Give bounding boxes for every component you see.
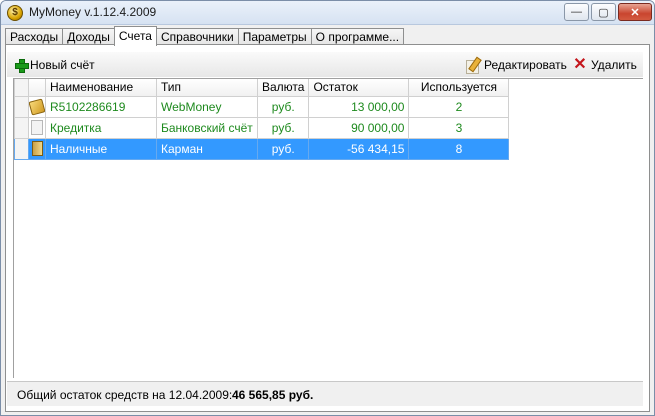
- edit-label: Редактировать: [484, 58, 567, 72]
- main-window: MyMoney v.1.12.4.2009 — ▢ ✕ Расходы Дохо…: [0, 0, 655, 416]
- cell-balance[interactable]: 13 000,00: [308, 95, 410, 118]
- column-header-type[interactable]: Тип: [156, 79, 258, 97]
- accounts-grid[interactable]: Наименование Тип Валюта Остаток Использу…: [13, 78, 643, 378]
- cell-type[interactable]: WebMoney: [156, 95, 258, 118]
- row-header[interactable]: [14, 137, 29, 160]
- accounts-table: Наименование Тип Валюта Остаток Использу…: [14, 79, 510, 160]
- title-bar[interactable]: MyMoney v.1.12.4.2009 — ▢ ✕: [1, 1, 654, 25]
- window-title: MyMoney v.1.12.4.2009: [29, 5, 157, 19]
- row-header[interactable]: [14, 116, 29, 139]
- cell-type[interactable]: Банковский счёт: [156, 116, 258, 139]
- column-header-currency[interactable]: Валюта: [256, 79, 310, 97]
- status-label: Общий остаток средств на 12.04.2009:: [17, 388, 233, 402]
- cell-used[interactable]: 3: [408, 116, 510, 139]
- table-row[interactable]: Кредитка Банковский счёт руб. 90 000,00 …: [14, 116, 510, 139]
- delete-button[interactable]: ✕ Удалить: [573, 56, 637, 74]
- column-header-balance[interactable]: Остаток: [308, 79, 410, 97]
- toolbar: Новый счёт Редактировать ✕ Удалить: [7, 52, 643, 77]
- row-icon-cell: [28, 137, 46, 160]
- edit-button[interactable]: Редактировать: [465, 56, 567, 74]
- status-total: 46 565,85 руб.: [232, 388, 314, 402]
- cell-currency[interactable]: руб.: [256, 95, 310, 118]
- new-account-label: Новый счёт: [30, 58, 95, 72]
- cell-name[interactable]: Кредитка: [45, 116, 157, 139]
- webmoney-icon: [29, 97, 45, 116]
- column-header-used[interactable]: Используется: [408, 79, 510, 97]
- wallet-icon: [31, 140, 43, 156]
- cell-name[interactable]: R5102286619: [45, 95, 157, 118]
- cell-balance[interactable]: -56 434,15: [308, 137, 410, 160]
- row-icon-cell: [28, 95, 46, 118]
- tab-strip: Расходы Доходы Счета Справочники Парамет…: [5, 26, 405, 46]
- app-coin-icon[interactable]: [7, 5, 23, 21]
- maximize-button[interactable]: ▢: [591, 3, 616, 21]
- cell-currency[interactable]: руб.: [256, 137, 310, 160]
- cell-used[interactable]: 2: [408, 95, 510, 118]
- plus-icon: [15, 59, 29, 73]
- status-bar: Общий остаток средств на 12.04.2009: 46 …: [7, 381, 643, 406]
- column-header-name[interactable]: Наименование: [45, 79, 157, 97]
- cell-used[interactable]: 8: [408, 137, 510, 160]
- delete-label: Удалить: [591, 58, 637, 72]
- tab-accounts[interactable]: Счета: [113, 26, 157, 46]
- icon-column-header: [28, 79, 46, 97]
- cell-name[interactable]: Наличные: [45, 137, 157, 160]
- new-account-button[interactable]: Новый счёт: [15, 56, 95, 74]
- delete-x-icon: ✕: [573, 56, 587, 73]
- cell-type[interactable]: Карман: [156, 137, 258, 160]
- cell-balance[interactable]: 90 000,00: [308, 116, 410, 139]
- minimize-button[interactable]: —: [564, 3, 589, 21]
- row-icon-cell: [28, 116, 46, 139]
- close-button[interactable]: ✕: [618, 3, 652, 21]
- cell-currency[interactable]: руб.: [256, 116, 310, 139]
- row-header[interactable]: [14, 95, 29, 118]
- table-row-selected[interactable]: Наличные Карман руб. -56 434,15 8: [14, 137, 510, 160]
- table-header-row: Наименование Тип Валюта Остаток Использу…: [14, 79, 510, 97]
- card-icon: [31, 119, 43, 135]
- row-header-corner: [14, 79, 29, 97]
- table-row[interactable]: R5102286619 WebMoney руб. 13 000,00 2: [14, 95, 510, 118]
- pencil-icon: [465, 57, 481, 74]
